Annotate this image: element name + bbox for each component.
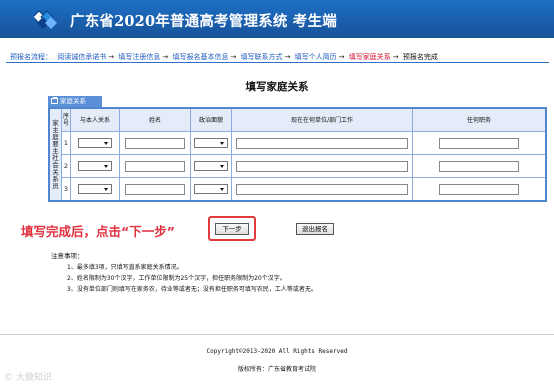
step-item: 填写联系方式: [240, 53, 283, 61]
name-cell: [119, 154, 191, 178]
politics-select[interactable]: [194, 184, 228, 194]
exit-button[interactable]: 退出报名: [296, 223, 334, 235]
workplace-cell: [231, 177, 413, 202]
position-input[interactable]: [439, 160, 519, 172]
politics-select[interactable]: [194, 138, 228, 148]
position-cell: [412, 154, 547, 178]
step-item: 填写报名基本信息: [172, 53, 229, 61]
relation-cell: [70, 131, 120, 155]
watermark: © 大做知识: [4, 370, 52, 383]
position-cell: [412, 131, 547, 155]
family-table: 家主庭要主社会关系员 序号 与本人关系 姓名 政治面貌 现在在何单位/部门工作 …: [48, 107, 547, 202]
workplace-cell: [231, 154, 413, 178]
table-row: 2: [49, 154, 547, 178]
folder-icon: [51, 97, 58, 104]
table-row: 1: [49, 131, 547, 155]
logo-icon: [34, 10, 57, 29]
workplace-cell: [231, 131, 413, 155]
relation-select[interactable]: [78, 161, 112, 171]
step-item: 填写注册信息: [118, 53, 161, 61]
footer-divider: [0, 334, 554, 335]
relation-select[interactable]: [78, 184, 112, 194]
name-cell: [119, 131, 191, 155]
app-title: 广东省2020年普通高考管理系统 考生端: [70, 13, 337, 30]
name-input[interactable]: [125, 183, 185, 195]
politics-cell: [190, 154, 232, 178]
row-number: 3: [61, 177, 71, 202]
politics-cell: [190, 177, 232, 202]
relation-select[interactable]: [78, 138, 112, 148]
notice-item: 2、姓名限制为30个汉字，工作单位限制为25个汉字，担任职务限制为20个汉字。: [67, 275, 286, 282]
name-input[interactable]: [125, 160, 185, 172]
politics-select[interactable]: [194, 161, 228, 171]
section-tab: 家庭关系: [48, 96, 102, 107]
steps-label: 预报名流程：: [10, 53, 52, 61]
owner-text: 版权所有：广东省教育考试院: [237, 366, 316, 373]
name-input[interactable]: [125, 137, 185, 149]
side-label-cell: 家主庭要主社会关系员: [48, 107, 62, 202]
copyright: Copyright©2013-2020 All Rights Reserved: [206, 348, 348, 355]
step-item: 预报名完成: [402, 53, 438, 61]
divider: [6, 62, 549, 63]
notice-item: 3、没有单位部门则填写在家务农，待业等或者无；没有担任职务可填写农民，工人等或者…: [67, 286, 317, 293]
table-row: 3: [49, 177, 547, 202]
section-tab-label: 家庭关系: [60, 97, 86, 105]
position-cell: [412, 177, 547, 202]
col-header-politics: 政治面貌: [190, 107, 232, 132]
col-header-no: 序号: [61, 107, 71, 132]
col-header-relation: 与本人关系: [70, 107, 120, 132]
progress-steps: 预报名流程： 阅读诚信承诺书 → 填写注册信息 → 填写报名基本信息 → 填写联系方式…: [10, 53, 438, 61]
row-number: 2: [61, 154, 71, 178]
position-input[interactable]: [439, 183, 519, 195]
row-number: 1: [61, 131, 71, 155]
name-cell: [119, 177, 191, 202]
page-title: 填写家庭关系: [245, 81, 309, 93]
watermark-text: 大做知识: [15, 373, 52, 383]
relation-cell: [70, 177, 120, 202]
notice-item: 1、最多填3项，只填写直系家庭关系情况。: [67, 264, 183, 271]
col-header-workplace: 现在在何单位/部门工作: [231, 107, 413, 132]
watermark-icon: ©: [4, 373, 13, 383]
annotation-hint: 填写完成后，点击“下一步”: [21, 224, 175, 239]
relation-cell: [70, 154, 120, 178]
step-item: 阅读诚信承诺书: [57, 53, 107, 61]
workplace-input[interactable]: [236, 137, 408, 149]
workplace-input[interactable]: [236, 183, 408, 195]
col-header-name: 姓名: [119, 107, 191, 132]
notice-title: 注意事项：: [51, 252, 84, 260]
politics-cell: [190, 131, 232, 155]
col-header-position: 任何职务: [412, 107, 547, 132]
step-item: 填写个人简历: [294, 53, 337, 61]
step-item-current: 填写家庭关系: [348, 53, 391, 61]
position-input[interactable]: [439, 137, 519, 149]
app-header: 广东省2020年普通高考管理系统 考生端: [0, 0, 554, 38]
next-button[interactable]: 下一步: [215, 223, 249, 235]
workplace-input[interactable]: [236, 160, 408, 172]
